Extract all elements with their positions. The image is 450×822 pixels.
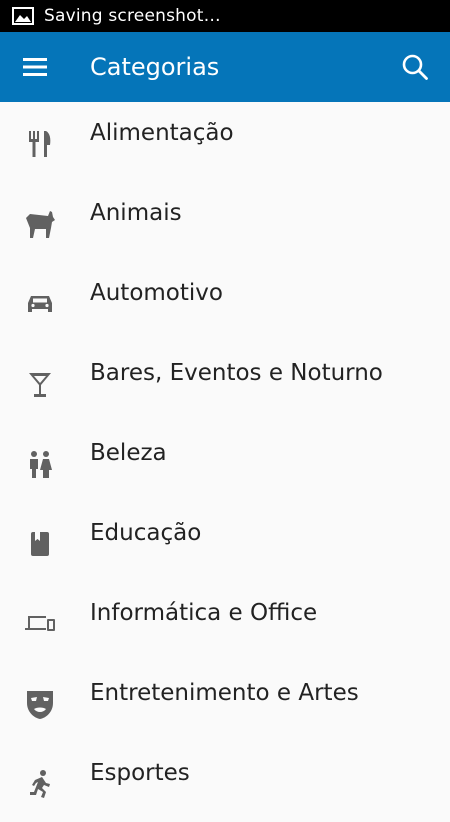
category-item-automotivo[interactable]: Automotivo xyxy=(0,262,450,342)
status-bar: Saving screenshot… xyxy=(0,0,450,32)
hamburger-menu-icon xyxy=(23,58,47,76)
category-label: Bares, Eventos e Noturno xyxy=(90,360,383,386)
category-label: Automotivo xyxy=(90,280,223,306)
category-label: Alimentação xyxy=(90,120,234,146)
category-label: Beleza xyxy=(90,440,167,466)
devices-icon xyxy=(25,616,55,631)
category-item-informatica[interactable]: Informática e Office xyxy=(0,582,450,662)
theater-mask-icon xyxy=(27,691,53,719)
status-text: Saving screenshot… xyxy=(44,6,221,26)
category-item-bares[interactable]: Bares, Eventos e Noturno xyxy=(0,342,450,422)
category-label: Educação xyxy=(90,520,202,546)
fork-knife-icon xyxy=(29,131,51,157)
category-item-entretenimento[interactable]: Entretenimento e Artes xyxy=(0,662,450,742)
dog-icon xyxy=(26,211,55,238)
car-icon xyxy=(28,296,52,312)
category-list: Alimentação Animais Automotivo Bares, Ev… xyxy=(0,102,450,822)
image-icon xyxy=(12,7,34,25)
category-item-animais[interactable]: Animais xyxy=(0,182,450,262)
category-label: Esportes xyxy=(90,760,190,786)
category-item-educacao[interactable]: Educação xyxy=(0,502,450,582)
people-icon xyxy=(30,451,52,478)
app-bar: Categorias xyxy=(0,32,450,102)
category-label: Informática e Office xyxy=(90,600,318,626)
page-title: Categorias xyxy=(90,53,220,81)
category-item-alimentacao[interactable]: Alimentação xyxy=(0,102,450,182)
category-item-esportes[interactable]: Esportes xyxy=(0,742,450,822)
category-label: Entretenimento e Artes xyxy=(90,680,359,706)
cocktail-glass-icon xyxy=(29,373,51,397)
menu-button[interactable] xyxy=(20,54,50,80)
category-label: Animais xyxy=(90,200,182,226)
category-item-beleza[interactable]: Beleza xyxy=(0,422,450,502)
search-button[interactable] xyxy=(398,50,432,84)
running-person-icon xyxy=(30,770,50,798)
search-icon xyxy=(402,54,428,80)
book-icon xyxy=(31,532,49,556)
